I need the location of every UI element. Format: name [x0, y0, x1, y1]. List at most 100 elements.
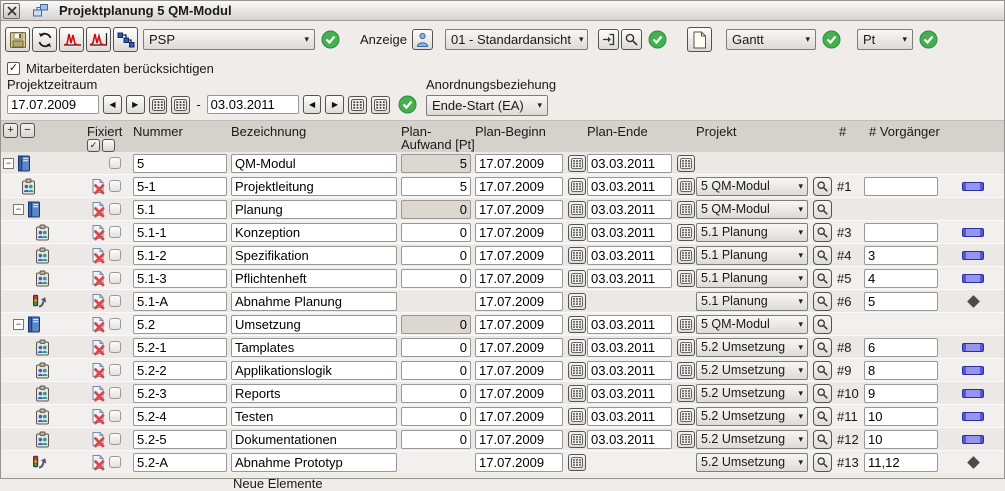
plan-beginn-input[interactable] — [475, 200, 563, 219]
plan-ende-calendar-button[interactable] — [677, 178, 695, 195]
delete-row-button[interactable] — [87, 247, 109, 264]
bezeichnung-input[interactable] — [231, 315, 397, 334]
plan-beginn-calendar-button[interactable] — [568, 454, 586, 471]
plan-ende-input[interactable] — [587, 200, 672, 219]
projekt-select[interactable]: 5 QM-Modul ▾ — [696, 315, 808, 334]
bezeichnung-input[interactable] — [231, 223, 397, 242]
projekt-search-button[interactable] — [813, 246, 832, 265]
plan-ende-calendar-button[interactable] — [677, 201, 695, 218]
plan-beginn-input[interactable] — [475, 292, 563, 311]
projekt-search-button[interactable] — [813, 223, 832, 242]
view-person-button[interactable] — [412, 29, 433, 50]
delete-row-button[interactable] — [87, 293, 109, 310]
bezeichnung-input[interactable] — [231, 338, 397, 357]
histogram2-button[interactable] — [86, 27, 111, 52]
fixiert-checkbox[interactable] — [109, 249, 121, 261]
save-button[interactable] — [5, 27, 30, 52]
nummer-input[interactable] — [133, 338, 227, 357]
plan-beginn-input[interactable] — [475, 246, 563, 265]
fixiert-checkbox[interactable] — [109, 341, 121, 353]
aufwand-input[interactable] — [401, 430, 471, 449]
start-next-button[interactable]: ▶ — [126, 95, 145, 114]
plan-beginn-input[interactable] — [475, 154, 563, 173]
detach-window-icon[interactable] — [32, 3, 49, 18]
bezeichnung-input[interactable] — [231, 269, 397, 288]
plan-ende-calendar-button[interactable] — [677, 362, 695, 379]
delete-row-button[interactable] — [87, 385, 109, 402]
aufwand-input[interactable] — [401, 315, 471, 334]
delete-row-button[interactable] — [87, 201, 109, 218]
new-document-button[interactable] — [687, 27, 712, 52]
aufwand-input[interactable] — [401, 269, 471, 288]
nummer-input[interactable] — [133, 407, 227, 426]
projekt-search-button[interactable] — [813, 384, 832, 403]
delete-row-button[interactable] — [87, 339, 109, 356]
fixiert-checkbox[interactable] — [109, 456, 121, 468]
nummer-input[interactable] — [133, 315, 227, 334]
collapse-all-button[interactable]: − — [20, 123, 35, 138]
unit-select[interactable]: Pt ▾ — [857, 29, 913, 50]
projekt-select[interactable]: 5.1 Planung ▾ — [696, 292, 808, 311]
nummer-input[interactable] — [133, 177, 227, 196]
plan-beginn-calendar-button[interactable] — [568, 362, 586, 379]
nummer-input[interactable] — [133, 361, 227, 380]
apply-unit-button[interactable] — [919, 30, 938, 49]
projekt-select[interactable]: 5.1 Planung ▾ — [696, 223, 808, 242]
projekt-search-button[interactable] — [813, 200, 832, 219]
apply-psp-button[interactable] — [321, 30, 340, 49]
plan-beginn-calendar-button[interactable] — [568, 385, 586, 402]
aufwand-input[interactable] — [401, 338, 471, 357]
collapse-toggle[interactable]: − — [13, 204, 24, 215]
end-next-button[interactable]: ▶ — [325, 95, 344, 114]
aufwand-input[interactable] — [401, 246, 471, 265]
fixiert-checkbox[interactable] — [109, 295, 121, 307]
aufwand-input[interactable] — [401, 361, 471, 380]
nummer-input[interactable] — [133, 292, 227, 311]
period-start-input[interactable] — [7, 95, 99, 114]
plan-beginn-calendar-button[interactable] — [568, 316, 586, 333]
bezeichnung-input[interactable] — [231, 200, 397, 219]
psp-select[interactable]: PSP ▾ — [143, 29, 315, 50]
plan-ende-calendar-button[interactable] — [677, 431, 695, 448]
plan-beginn-calendar-button[interactable] — [568, 247, 586, 264]
plan-ende-calendar-button[interactable] — [677, 247, 695, 264]
plan-ende-input[interactable] — [587, 407, 672, 426]
apply-gantt-button[interactable] — [822, 30, 841, 49]
start-calendar2-button[interactable] — [171, 96, 190, 114]
plan-beginn-input[interactable] — [475, 223, 563, 242]
projekt-select[interactable]: 5.2 Umsetzung ▾ — [696, 338, 808, 357]
plan-beginn-calendar-button[interactable] — [568, 201, 586, 218]
period-end-input[interactable] — [207, 95, 299, 114]
fixiert-checkbox[interactable] — [109, 387, 121, 399]
fix-all-button[interactable]: ✓ — [87, 139, 100, 152]
plan-ende-input[interactable] — [587, 384, 672, 403]
fixiert-checkbox[interactable] — [109, 433, 121, 445]
bezeichnung-input[interactable] — [231, 154, 397, 173]
projekt-select[interactable]: 5.1 Planung ▾ — [696, 269, 808, 288]
plan-beginn-input[interactable] — [475, 177, 563, 196]
plan-beginn-calendar-button[interactable] — [568, 431, 586, 448]
nummer-input[interactable] — [133, 154, 227, 173]
end-calendar-button[interactable] — [348, 96, 367, 114]
fixiert-checkbox[interactable] — [109, 203, 121, 215]
delete-row-button[interactable] — [87, 270, 109, 287]
nummer-input[interactable] — [133, 269, 227, 288]
plan-beginn-calendar-button[interactable] — [568, 293, 586, 310]
vorgaenger-input[interactable] — [864, 223, 938, 242]
plan-beginn-input[interactable] — [475, 269, 563, 288]
vorgaenger-input[interactable] — [864, 453, 938, 472]
histogram-button[interactable] — [59, 27, 84, 52]
delete-row-button[interactable] — [87, 316, 109, 333]
vorgaenger-input[interactable] — [864, 269, 938, 288]
plan-ende-input[interactable] — [587, 154, 672, 173]
apply-view-button[interactable] — [648, 30, 667, 49]
projekt-search-button[interactable] — [813, 453, 832, 472]
projekt-search-button[interactable] — [813, 292, 832, 311]
vorgaenger-input[interactable] — [864, 361, 938, 380]
plan-ende-input[interactable] — [587, 269, 672, 288]
nummer-input[interactable] — [133, 430, 227, 449]
bezeichnung-input[interactable] — [231, 384, 397, 403]
aufwand-input[interactable] — [401, 407, 471, 426]
plan-ende-calendar-button[interactable] — [677, 316, 695, 333]
nummer-input[interactable] — [133, 384, 227, 403]
